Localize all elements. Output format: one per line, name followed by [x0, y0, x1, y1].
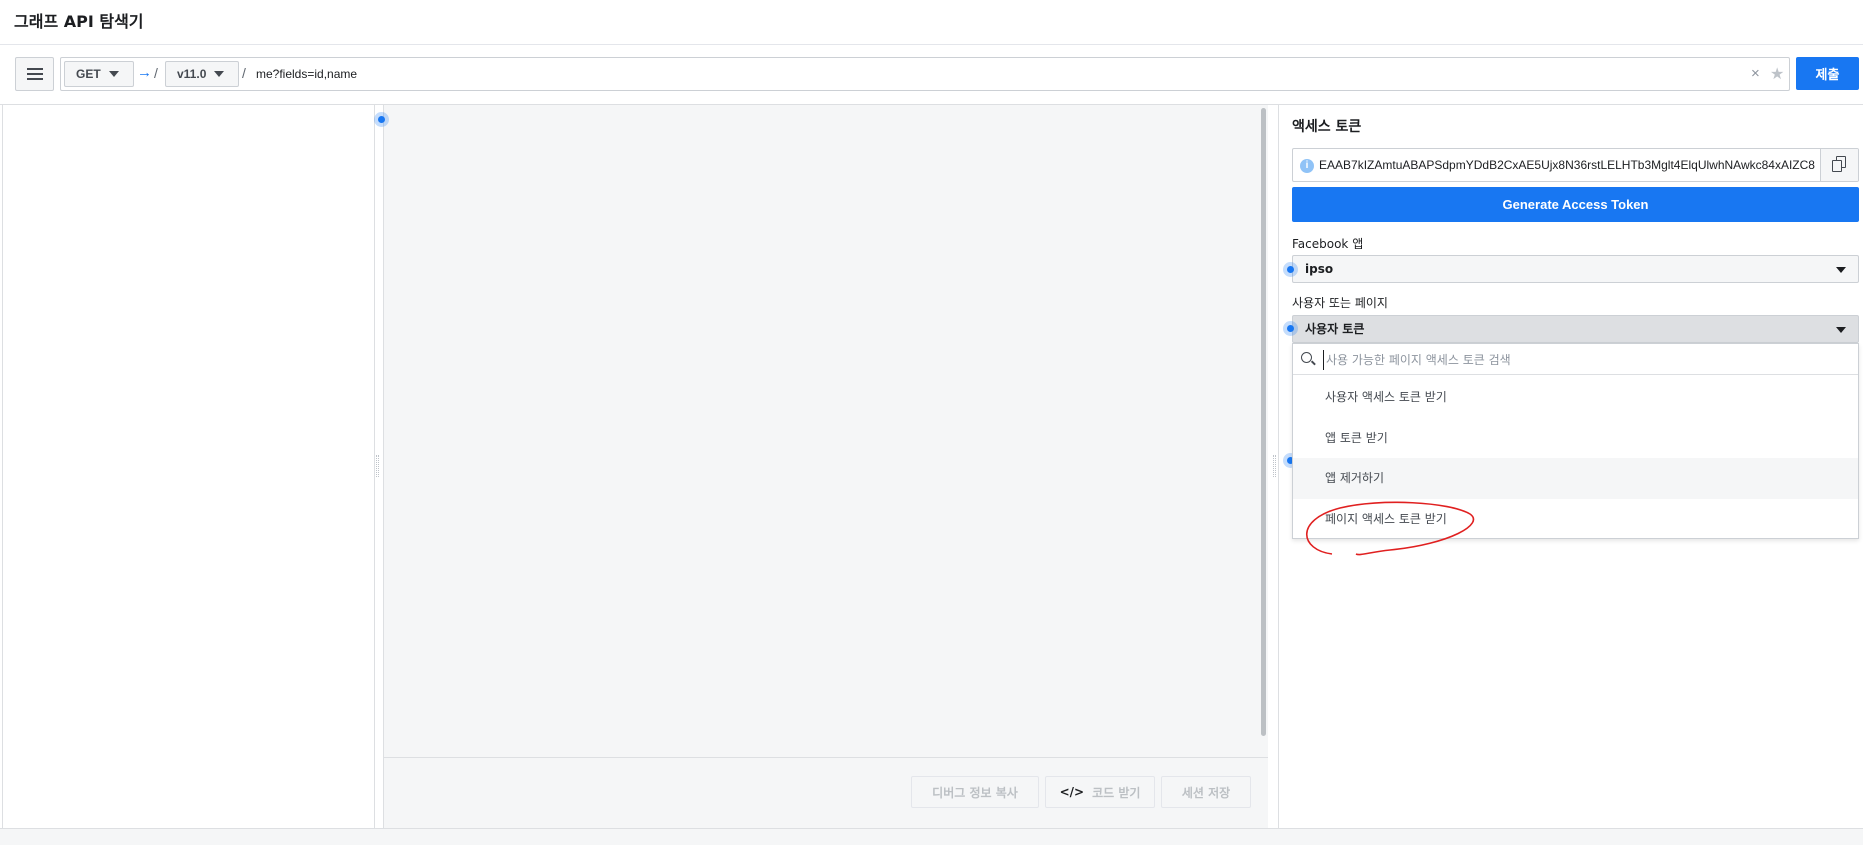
- resize-handle[interactable]: [376, 455, 379, 477]
- copy-token-button[interactable]: [1820, 149, 1858, 181]
- resize-handle[interactable]: [1273, 455, 1276, 477]
- dropdown-item[interactable]: 페이지 액세스 토큰 받기: [1293, 499, 1858, 540]
- version-label: v11.0: [177, 67, 207, 81]
- path-separator: /: [154, 65, 158, 81]
- scrollbar[interactable]: [1261, 108, 1266, 736]
- user-page-label: 사용자 또는 페이지: [1292, 296, 1388, 310]
- copy-debug-button[interactable]: 디버그 정보 복사: [911, 776, 1039, 808]
- clear-icon[interactable]: ×: [1751, 65, 1760, 82]
- access-token-title: 액세스 토큰: [1292, 119, 1362, 135]
- request-bar: GET → / v11.0 / × ★: [60, 57, 1790, 91]
- token-dropdown: 사용자 액세스 토큰 받기 앱 토큰 받기 앱 제거하기 페이지 액세스 토큰 …: [1292, 343, 1859, 539]
- dropdown-search: [1293, 344, 1858, 375]
- get-code-button[interactable]: </> 코드 받기: [1045, 776, 1155, 808]
- menu-button[interactable]: [15, 57, 54, 91]
- hamburger-icon: [26, 68, 43, 80]
- info-icon[interactable]: i: [1300, 159, 1314, 173]
- app-select[interactable]: ipso: [1292, 255, 1859, 283]
- arrow-right-icon: →: [137, 64, 152, 81]
- divider: [384, 757, 1268, 758]
- copy-icon-front: [1832, 160, 1842, 172]
- caret-down-icon: [1836, 327, 1846, 333]
- dropdown-item[interactable]: 앱 토큰 받기: [1293, 418, 1858, 459]
- path-separator: /: [242, 65, 246, 81]
- caret-down-icon: [214, 71, 225, 77]
- user-page-select-value: 사용자 토큰: [1305, 322, 1365, 336]
- save-session-button[interactable]: 세션 저장: [1161, 776, 1251, 808]
- caret-down-icon: [108, 71, 119, 77]
- submit-button[interactable]: 제출: [1796, 57, 1859, 90]
- divider: [0, 44, 1863, 45]
- status-bar: [0, 828, 1863, 845]
- tour-marker[interactable]: [1283, 262, 1298, 277]
- app-select-value: ipso: [1305, 262, 1334, 276]
- divider: [1278, 105, 1279, 828]
- token-search-input[interactable]: [1323, 350, 1823, 370]
- access-token-value[interactable]: EAAB7kIZAmtuABAPSdpmYDdB2CxAE5Ujx8N36rst…: [1319, 158, 1819, 172]
- get-code-label: 코드 받기: [1092, 785, 1141, 800]
- star-icon[interactable]: ★: [1770, 64, 1784, 84]
- fields-panel: [3, 105, 375, 828]
- method-label: GET: [76, 67, 101, 81]
- tour-marker[interactable]: [1283, 321, 1298, 336]
- version-select[interactable]: v11.0: [165, 61, 239, 87]
- app-label: Facebook 앱: [1292, 237, 1364, 251]
- page-title: 그래프 API 탐색기: [14, 12, 144, 31]
- method-select[interactable]: GET: [64, 61, 134, 87]
- access-token-field[interactable]: i EAAB7kIZAmtuABAPSdpmYDdB2CxAE5Ujx8N36r…: [1292, 148, 1859, 182]
- search-icon: [1301, 352, 1312, 363]
- caret-down-icon: [1836, 267, 1846, 273]
- generate-token-button[interactable]: Generate Access Token: [1292, 187, 1859, 222]
- code-icon: </>: [1059, 785, 1085, 799]
- dropdown-item[interactable]: 사용자 액세스 토큰 받기: [1293, 377, 1858, 418]
- path-input[interactable]: [254, 61, 1714, 87]
- user-page-select[interactable]: 사용자 토큰: [1292, 315, 1859, 343]
- dropdown-item[interactable]: 앱 제거하기: [1293, 458, 1858, 499]
- results-panel: [383, 105, 1268, 828]
- tour-marker[interactable]: [374, 112, 389, 127]
